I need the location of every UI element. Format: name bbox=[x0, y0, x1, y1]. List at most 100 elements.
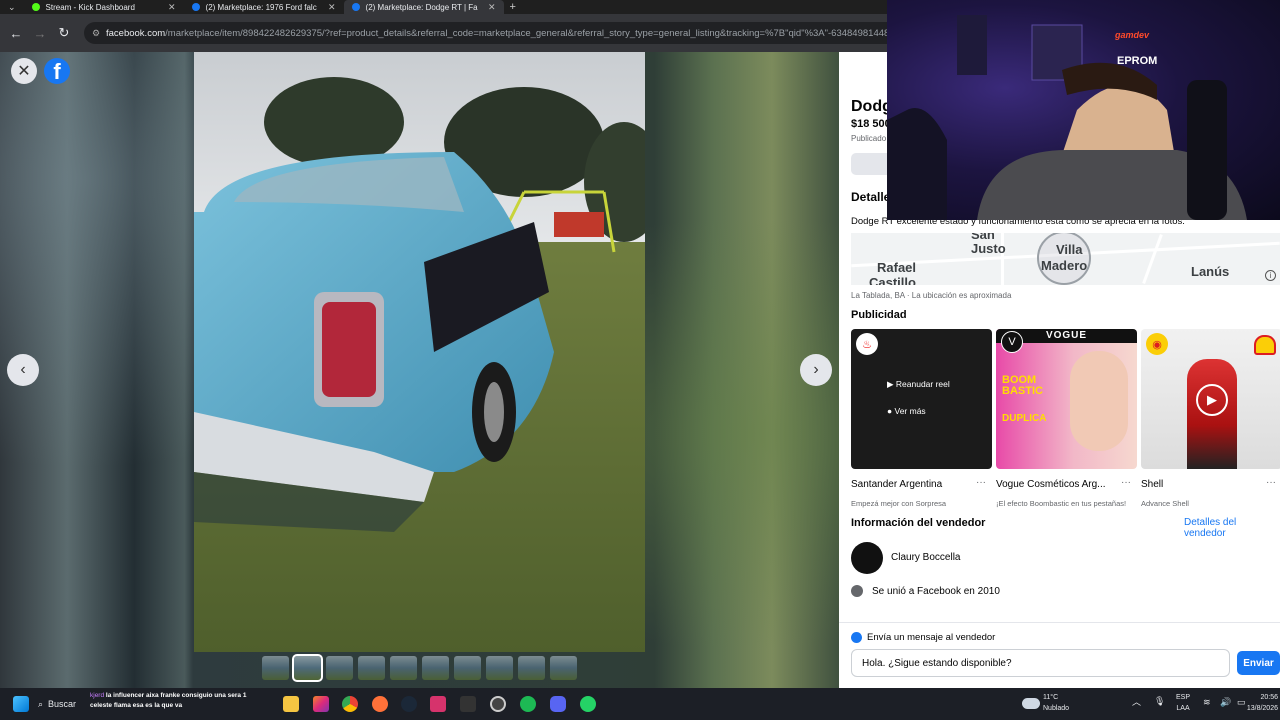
taskbar-search[interactable]: ⌕ Buscar bbox=[38, 694, 98, 714]
close-tab-icon[interactable]: ✕ bbox=[488, 2, 496, 13]
message-input[interactable]: Hola. ¿Sigue estando disponible? bbox=[851, 649, 1230, 677]
tab-title: (2) Marketplace: Dodge RT | Fa bbox=[365, 2, 478, 12]
location-map[interactable]: San Justo Villa Madero Rafael Castillo L… bbox=[851, 233, 1280, 285]
ad-subheadline: DUPLICA bbox=[1002, 413, 1047, 424]
ad-name[interactable]: Shell bbox=[1141, 479, 1163, 490]
photo-thumbnail[interactable] bbox=[326, 656, 353, 680]
santander-icon: ♨ bbox=[856, 333, 878, 355]
map-label: Rafael bbox=[877, 260, 917, 275]
avatar[interactable] bbox=[851, 542, 883, 574]
ad-options-icon[interactable]: ··· bbox=[976, 477, 986, 488]
file-explorer-icon[interactable] bbox=[283, 696, 299, 712]
photo-thumbnail[interactable] bbox=[486, 656, 513, 680]
facebook-logo-icon[interactable]: f bbox=[44, 58, 70, 84]
reload-icon[interactable]: ↻ bbox=[52, 25, 76, 41]
tab-ford[interactable]: (2) Marketplace: 1976 Ford falc ✕ bbox=[184, 0, 344, 14]
spotify-icon[interactable] bbox=[520, 696, 536, 712]
seller-joined: Se unió a Facebook en 2010 bbox=[872, 586, 1000, 597]
search-label: Buscar bbox=[48, 699, 77, 709]
map-label: Madero bbox=[1041, 258, 1088, 273]
wifi-icon[interactable]: ≋ bbox=[1203, 697, 1211, 708]
firefox-icon[interactable] bbox=[372, 696, 388, 712]
whatsapp-icon[interactable] bbox=[580, 696, 596, 712]
webcam-scene bbox=[887, 15, 1247, 220]
photo-thumbnail[interactable] bbox=[292, 654, 323, 682]
location-text: La Tablada, BA · La ubicación es aproxim… bbox=[851, 291, 1012, 300]
weather-widget[interactable]: 11°C Nublado bbox=[1043, 692, 1069, 714]
map-label: Castillo bbox=[869, 275, 916, 285]
send-button[interactable]: Enviar bbox=[1237, 651, 1280, 675]
published-text: Publicado bbox=[851, 134, 887, 143]
listing-photo bbox=[194, 52, 645, 652]
language-indicator[interactable]: ESP LAA bbox=[1176, 692, 1190, 714]
play-icon[interactable]: ▶ bbox=[1196, 384, 1228, 416]
photo-thumbnail[interactable] bbox=[454, 656, 481, 680]
next-photo-button[interactable]: › bbox=[800, 354, 832, 386]
car-photo bbox=[194, 52, 645, 652]
tab-search-icon[interactable]: ⌄ bbox=[0, 2, 24, 13]
ad-santander[interactable]: ♨ ▶ Reanudar reel ● Ver más bbox=[851, 329, 992, 469]
ad-options-icon[interactable]: ··· bbox=[1121, 477, 1131, 488]
close-tab-icon[interactable]: ✕ bbox=[168, 2, 176, 13]
app-icon[interactable] bbox=[460, 696, 476, 712]
weather-temp: 11°C bbox=[1043, 694, 1059, 701]
resume-reel-button[interactable]: ▶ Reanudar reel bbox=[887, 379, 950, 390]
steam-icon[interactable] bbox=[401, 696, 417, 712]
ad-options-icon[interactable]: ··· bbox=[1266, 477, 1276, 488]
previous-photo-button[interactable]: ‹ bbox=[7, 354, 39, 386]
ad-name[interactable]: Vogue Cosméticos Arg... bbox=[996, 479, 1106, 490]
ads-heading: Publicidad bbox=[851, 309, 907, 321]
webcam-overlay: gamdev EPROM bbox=[887, 0, 1280, 220]
webcam-brand: gamdev bbox=[1115, 30, 1150, 40]
volume-icon[interactable]: 🔊 bbox=[1220, 697, 1231, 708]
close-viewer-button[interactable]: ✕ bbox=[11, 58, 37, 84]
divider bbox=[839, 622, 1280, 623]
ad-subtitle: Advance Shell bbox=[1141, 499, 1189, 508]
photo-thumbnail[interactable] bbox=[390, 656, 417, 680]
tab-kick[interactable]: Stream - Kick Dashboard ✕ bbox=[24, 0, 184, 14]
photo-thumbnail[interactable] bbox=[358, 656, 385, 680]
microphone-icon[interactable]: 🎙 bbox=[1154, 696, 1165, 707]
search-icon: ⌕ bbox=[38, 698, 44, 709]
seller-name[interactable]: Claury Boccella bbox=[891, 552, 960, 563]
photo-thumbnail[interactable] bbox=[518, 656, 545, 680]
site-info-icon[interactable]: ⚙ bbox=[92, 28, 100, 39]
new-tab-button[interactable]: + bbox=[504, 1, 516, 13]
map-info-icon[interactable]: i bbox=[1265, 270, 1276, 281]
tab-dodge[interactable]: (2) Marketplace: Dodge RT | Fa ✕ bbox=[343, 0, 504, 14]
vogue-icon: V bbox=[1001, 331, 1023, 353]
ad-vogue[interactable]: VOGUE V BOOM BASTIC DUPLICA bbox=[996, 329, 1137, 469]
ad-shell[interactable]: ◉ ▶ bbox=[1141, 329, 1280, 469]
map-label: Villa bbox=[1056, 242, 1083, 257]
ad-headline: BOOM BASTIC bbox=[1002, 374, 1043, 397]
photo-thumbnail[interactable] bbox=[550, 656, 577, 680]
clock-time: 20:56 bbox=[1260, 694, 1278, 701]
url-path: /marketplace/item/898422482629375/?ref=p… bbox=[165, 27, 895, 39]
chat-message: la influencer aixa franke consiguio una … bbox=[90, 692, 247, 709]
seller-details-link[interactable]: Detalles del vendedor bbox=[1184, 517, 1280, 539]
photo-thumbnail[interactable] bbox=[262, 656, 289, 680]
close-tab-icon[interactable]: ✕ bbox=[328, 2, 336, 13]
app-icon[interactable] bbox=[490, 696, 506, 712]
windows-start-icon[interactable] bbox=[13, 696, 29, 712]
shell-logo-icon bbox=[1254, 335, 1276, 355]
app-icon[interactable] bbox=[430, 696, 446, 712]
see-more-button[interactable]: ● Ver más bbox=[887, 406, 926, 416]
taskbar: ⌕ Buscar kjerd la influencer aixa franke… bbox=[0, 688, 1280, 720]
ad-name[interactable]: Santander Argentina bbox=[851, 479, 942, 490]
messenger-icon bbox=[851, 632, 862, 643]
weather-desc: Nublado bbox=[1043, 705, 1070, 712]
back-icon[interactable]: ← bbox=[4, 26, 28, 41]
clock[interactable]: 20:56 13/8/2026 bbox=[1240, 692, 1278, 714]
message-label: Envía un mensaje al vendedor bbox=[867, 632, 996, 643]
ad-subtitle: Empezá mejor con Sorpresa bbox=[851, 499, 947, 508]
instagram-icon[interactable] bbox=[313, 696, 329, 712]
discord-icon[interactable] bbox=[550, 696, 566, 712]
shell-icon: ◉ bbox=[1146, 333, 1168, 355]
facebook-icon bbox=[851, 585, 863, 597]
photo-thumbnail[interactable] bbox=[422, 656, 449, 680]
chrome-icon[interactable] bbox=[342, 696, 358, 712]
thumbnail-strip bbox=[262, 654, 577, 682]
chevron-up-icon[interactable]: ︿ bbox=[1132, 697, 1141, 708]
forward-icon[interactable]: → bbox=[28, 26, 52, 41]
